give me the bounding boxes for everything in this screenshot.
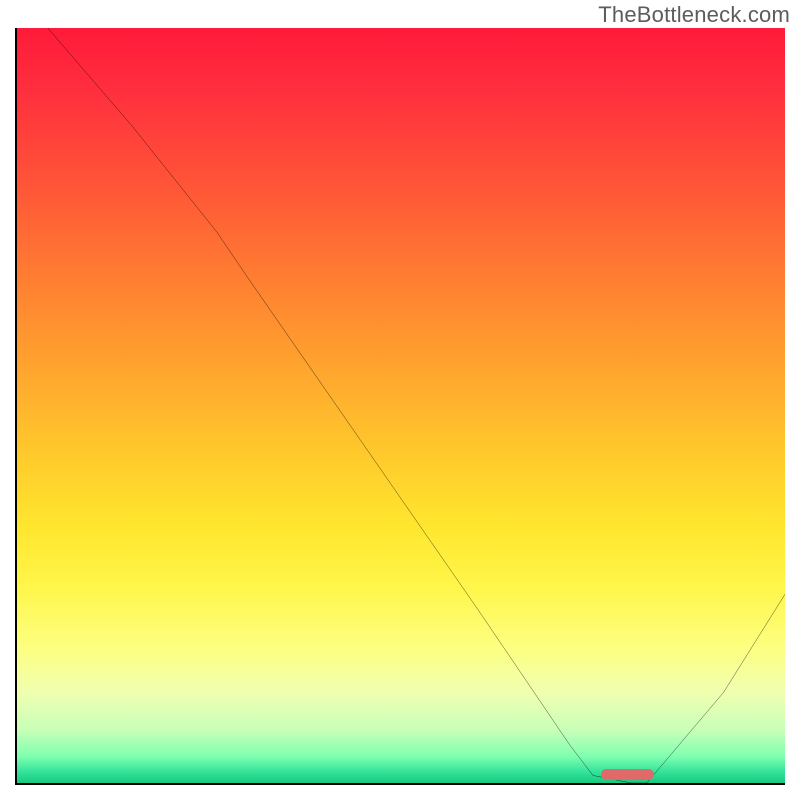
optimal-marker: [601, 769, 655, 780]
curve-path: [48, 28, 785, 783]
watermark-text: TheBottleneck.com: [598, 2, 790, 28]
plot-area: [15, 28, 785, 785]
bottleneck-curve-line: [17, 28, 785, 783]
